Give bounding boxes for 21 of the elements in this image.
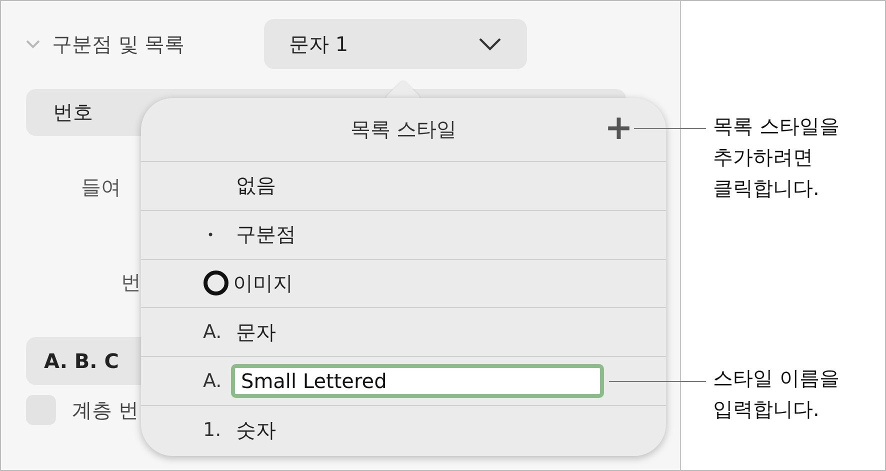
chevron-icon[interactable] <box>26 40 40 48</box>
list-marker: A. <box>203 370 223 392</box>
list-style-item[interactable]: A. 문자 <box>203 318 276 346</box>
ring-icon <box>203 270 229 296</box>
style-name-field[interactable]: Small Lettered <box>231 364 604 398</box>
popover-title: 목록 스타일 <box>350 116 457 143</box>
indent-label: 들여 <box>81 174 121 201</box>
callout-text: 목록 스타일을 추가하려면 클릭합니다. <box>713 113 840 202</box>
style-popup-button[interactable]: 문자 1 <box>264 19 527 69</box>
format-popup-button[interactable]: A. B. C <box>26 337 141 385</box>
list-style-item[interactable]: • 구분점 <box>203 221 296 248</box>
list-style-item[interactable]: 없음 <box>203 172 276 200</box>
number-label: 번 <box>121 269 141 296</box>
leader-line <box>634 128 706 129</box>
checkbox-label: 계층 번 <box>72 396 138 424</box>
add-button[interactable]: + <box>604 110 633 146</box>
section-title: 구분점 및 목록 <box>52 30 186 58</box>
list-style-item[interactable]: 이미지 <box>233 270 293 297</box>
callout-text: 스타일 이름을 입력합니다. <box>713 365 840 423</box>
list-style-item[interactable]: 1. 숫자 <box>203 416 276 444</box>
chevron-icon <box>478 37 502 51</box>
